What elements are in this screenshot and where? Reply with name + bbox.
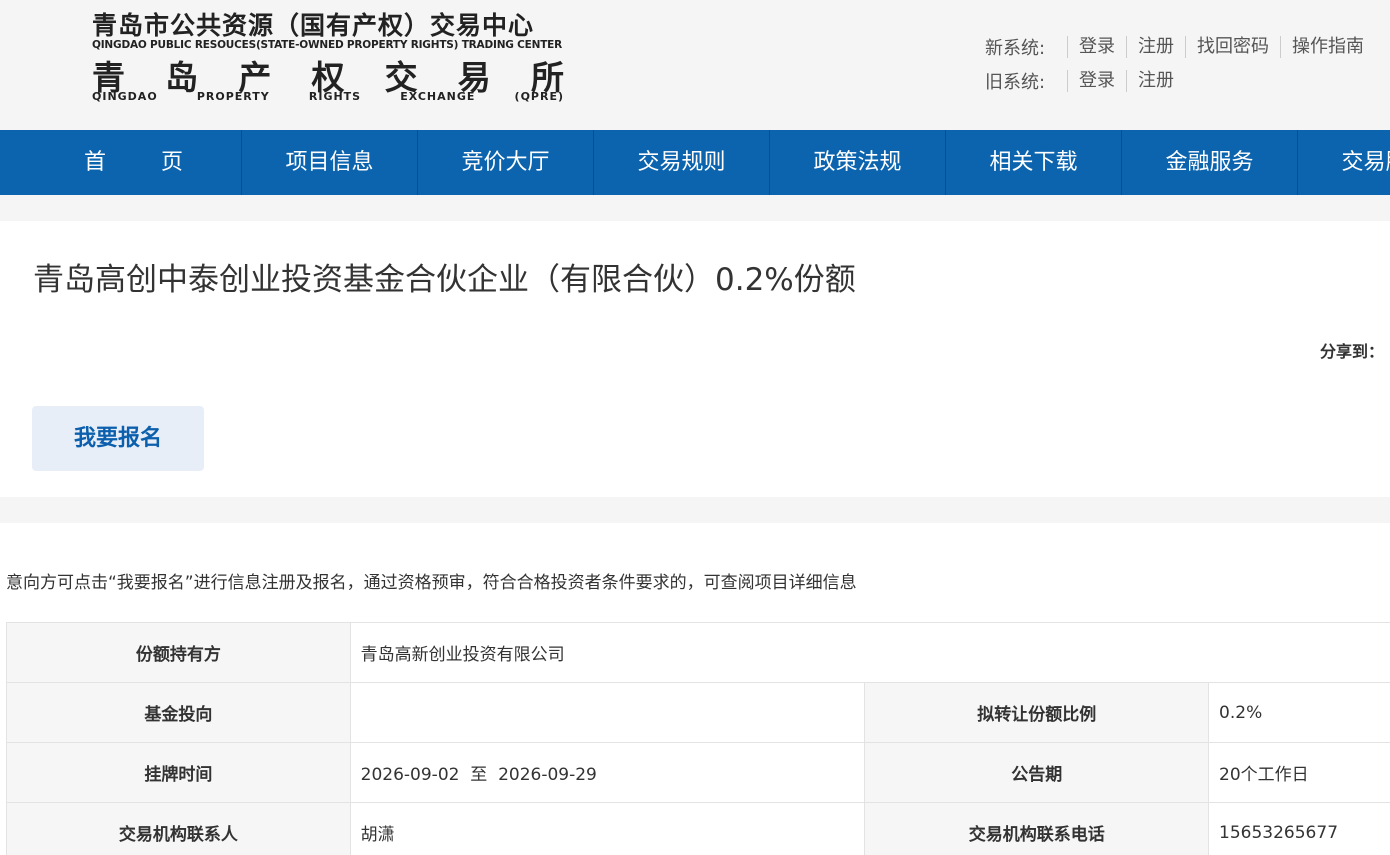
contact-value: 胡潇 — [349, 802, 866, 855]
contact-label: 交易机构联系人 — [6, 802, 351, 855]
new-system-row: 新系统: 登录 注册 找回密码 操作指南 — [985, 32, 1375, 62]
nav-policies[interactable]: 政策法规 — [770, 130, 946, 195]
new-register-link[interactable]: 注册 — [1126, 36, 1185, 58]
nav-trading-services[interactable]: 交易服务 — [1298, 130, 1390, 195]
nav-financial-services[interactable]: 金融服务 — [1122, 130, 1298, 195]
site-header: 青岛市公共资源（国有产权）交易中心 QINGDAO PUBLIC RESOUCE… — [0, 0, 1390, 130]
logo-center-name: 青岛市公共资源（国有产权）交易中心 — [92, 11, 535, 40]
new-system-label: 新系统: — [985, 38, 1046, 59]
announcement-period-label: 公告期 — [864, 742, 1210, 803]
contact-phone-label: 交易机构联系电话 — [864, 802, 1210, 855]
table-row: 交易机构联系人 胡潇 交易机构联系电话 15653265677 — [6, 802, 1390, 855]
nav-home[interactable]: 首 页 — [0, 130, 242, 195]
section-divider — [0, 195, 1390, 221]
logo-word: (QPRE) — [514, 90, 564, 103]
listing-period-label: 挂牌时间 — [6, 742, 351, 803]
logo-exchange-name-en: QINGDAO PROPERTY RIGHTS EXCHANGE (QPRE) — [92, 90, 564, 103]
section-divider — [0, 497, 1390, 523]
old-system-label: 旧系统: — [985, 72, 1046, 93]
project-title: 青岛高创中泰创业投资基金合伙企业（有限合伙）0.2%份额 — [33, 262, 856, 298]
fund-direction-value — [349, 682, 866, 743]
logo-word: EXCHANGE — [400, 90, 476, 103]
signup-button[interactable]: 我要报名 — [32, 406, 204, 471]
fund-direction-label: 基金投向 — [6, 682, 351, 743]
nav-bidding-hall[interactable]: 竞价大厅 — [418, 130, 594, 195]
logo-center-name-en: QINGDAO PUBLIC RESOUCES(STATE-OWNED PROP… — [92, 39, 563, 51]
signup-notice: 意向方可点击“我要报名”进行信息注册及报名，通过资格预审，符合合格投资者条件要求… — [6, 573, 857, 593]
transfer-ratio-value: 0.2% — [1208, 682, 1390, 743]
holder-value: 青岛高新创业投资有限公司 — [349, 622, 1390, 683]
site-logo[interactable]: 青岛市公共资源（国有产权）交易中心 QINGDAO PUBLIC RESOUCE… — [92, 6, 572, 106]
nav-downloads[interactable]: 相关下载 — [946, 130, 1122, 195]
recover-password-link[interactable]: 找回密码 — [1185, 36, 1280, 58]
project-header: 青岛高创中泰创业投资基金合伙企业（有限合伙）0.2%份额 分享到： 我要报名 — [0, 221, 1390, 497]
nav-trading-rules[interactable]: 交易规则 — [594, 130, 770, 195]
logo-word: QINGDAO — [92, 90, 158, 103]
holder-label: 份额持有方 — [6, 622, 351, 683]
announcement-period-value: 20个工作日 — [1208, 742, 1390, 803]
old-system-row: 旧系统: 登录 注册 — [985, 66, 1375, 96]
old-login-link[interactable]: 登录 — [1067, 70, 1126, 92]
logo-word: RIGHTS — [308, 90, 362, 103]
main-nav: 首 页 项目信息 竞价大厅 交易规则 政策法规 相关下载 金融服务 交易服务 — [0, 130, 1390, 195]
table-row: 份额持有方 青岛高新创业投资有限公司 — [6, 622, 1390, 683]
user-guide-link[interactable]: 操作指南 — [1280, 36, 1375, 58]
transfer-ratio-label: 拟转让份额比例 — [864, 682, 1210, 743]
table-row: 挂牌时间 2026-09-02 至 2026-09-29 公告期 20个工作日 — [6, 742, 1390, 803]
old-register-link[interactable]: 注册 — [1126, 70, 1185, 92]
system-links: 新系统: 登录 注册 找回密码 操作指南 旧系统: 登录 注册 — [985, 32, 1375, 100]
logo-word: PROPERTY — [196, 90, 270, 103]
listing-period-value: 2026-09-02 至 2026-09-29 — [349, 742, 866, 803]
new-login-link[interactable]: 登录 — [1067, 36, 1126, 58]
table-row: 基金投向 拟转让份额比例 0.2% — [6, 682, 1390, 743]
contact-phone-value: 15653265677 — [1208, 802, 1390, 855]
project-info-table: 份额持有方 青岛高新创业投资有限公司 基金投向 拟转让份额比例 0.2% 挂牌时… — [6, 622, 1390, 855]
nav-projects[interactable]: 项目信息 — [242, 130, 418, 195]
share-label: 分享到： — [1319, 342, 1384, 361]
